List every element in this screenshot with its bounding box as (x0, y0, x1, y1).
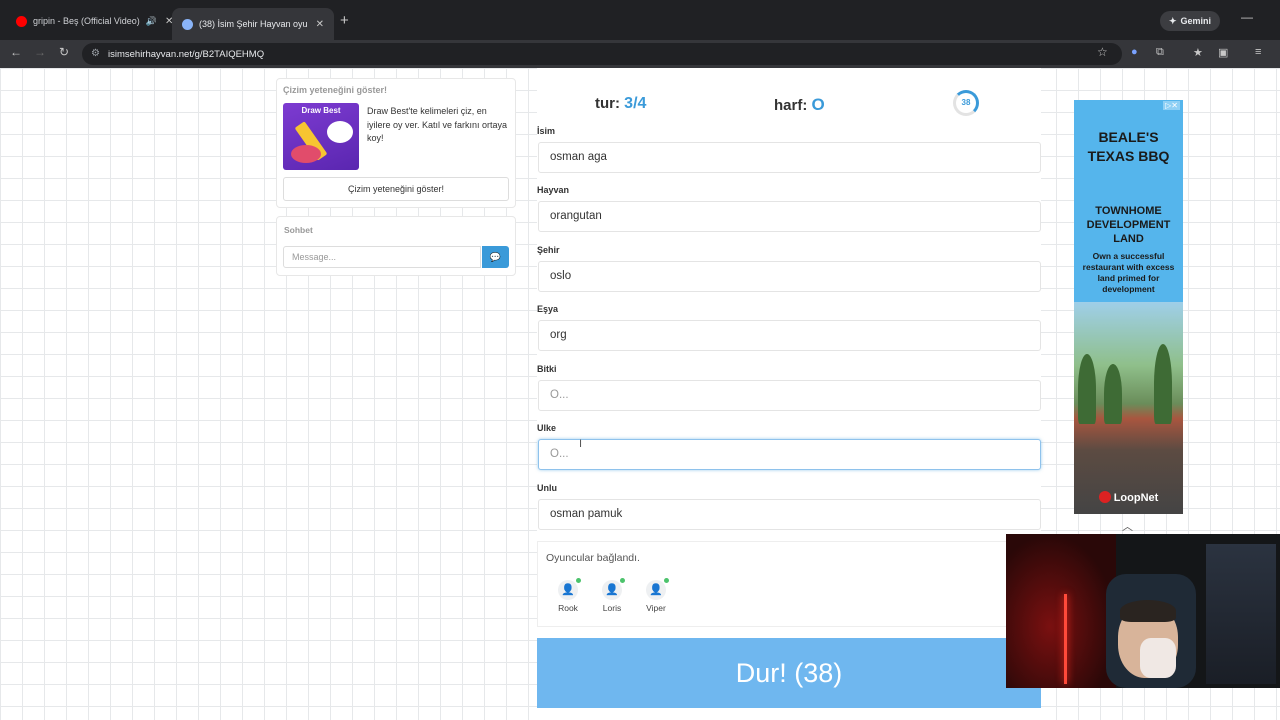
webcam-red-glow (1006, 534, 1116, 688)
letter-label: harf: (774, 97, 808, 114)
text-cursor-icon: I (579, 438, 583, 450)
players-header: Oyuncular bağlandı. (546, 552, 640, 564)
promo-description: Draw Best'te kelimeleri çiz, en iyilere … (367, 106, 508, 143)
close-icon[interactable]: ✕ (316, 19, 324, 30)
esya-input[interactable]: org (538, 320, 1041, 351)
reload-icon[interactable]: ↻ (59, 45, 69, 59)
address-bar: ← → ↻ ⚙ isimsehirhayvan.net/g/B2TAIQEHMQ… (0, 40, 1280, 68)
youtube-icon (16, 15, 27, 27)
ad-brand: LoopNet (1113, 492, 1159, 504)
webcam-hair (1120, 600, 1176, 622)
online-dot (664, 578, 669, 583)
chat-panel: Sohbet Message... 💬 (276, 216, 516, 276)
player-item[interactable]: 👤 Rook (550, 578, 586, 613)
isim-input[interactable]: osman aga (538, 142, 1041, 173)
loopnet-logo: LoopNet (1074, 491, 1183, 504)
back-icon[interactable]: ← (10, 45, 22, 59)
thumb-title: Draw Best (301, 106, 341, 115)
webcam-light-strip (1064, 594, 1067, 684)
promo-header: Çizim yeteneğini göster! (283, 85, 388, 95)
letter-value: O (811, 95, 825, 114)
speech-bubble-icon (327, 121, 353, 143)
online-dot (576, 578, 581, 583)
ad-photo (1074, 302, 1183, 514)
menu-icon[interactable]: ≡ (1255, 46, 1269, 60)
draw-best-thumbnail[interactable]: Draw Best (283, 103, 359, 170)
countdown-timer: 38 (953, 90, 979, 116)
webcam-window (1206, 544, 1276, 684)
show-drawing-skill-button[interactable]: Çizim yeteneğini göster! (283, 177, 509, 201)
field-label-ulke: Ulke (537, 423, 557, 433)
round-value: 3/4 (624, 95, 647, 112)
speaker-icon[interactable]: 🔊 (146, 16, 157, 27)
user-icon: 👤 (646, 578, 669, 600)
page-content: Çizim yeteneğini göster! Draw Best Draw … (0, 68, 1280, 720)
advertisement[interactable]: ▷✕ BEALE'S TEXAS BBQ TOWNHOME DEVELOPMEN… (1074, 100, 1183, 514)
loopnet-mark-icon (1098, 491, 1111, 503)
browser-tab-bar: gripin - Beş (Official Video) 🔊 ✕ (38) İ… (0, 0, 1280, 40)
site-favicon-icon (182, 18, 193, 30)
draw-best-promo: Çizim yeteneğini göster! Draw Best Draw … (276, 78, 516, 208)
minimize-icon[interactable]: — (1241, 10, 1253, 24)
ad-subhead: TOWNHOME DEVELOPMENT LAND (1086, 205, 1171, 245)
hayvan-input[interactable]: orangutan (538, 201, 1041, 232)
round-label: tur: (595, 95, 620, 112)
player-name: Rook (558, 603, 578, 613)
url-field[interactable]: ⚙ isimsehirhayvan.net/g/B2TAIQEHMQ (82, 43, 1122, 65)
field-label-esya: Eşya (537, 304, 559, 314)
field-label-bitki: Bitki (537, 364, 557, 374)
bitki-input[interactable]: O... (538, 380, 1041, 411)
unlu-input[interactable]: osman pamuk (538, 499, 1041, 530)
chat-send-button[interactable]: 💬 (482, 246, 509, 268)
letter-indicator: harf: O (774, 95, 825, 115)
tab-title: gripin - Beş (Official Video) (33, 16, 140, 26)
ulke-input[interactable]: O... (538, 439, 1041, 470)
paint-blob-icon (291, 145, 321, 163)
extension-icon[interactable]: ● (1131, 46, 1145, 60)
chevron-up-icon[interactable]: ︿ (1122, 518, 1133, 534)
tab-search-icon[interactable]: ▣ (1218, 46, 1232, 60)
field-label-isim: İsim (537, 126, 556, 136)
chat-header: Sohbet (284, 225, 313, 235)
user-icon: 👤 (602, 578, 625, 600)
url-text: isimsehirhayvan.net/g/B2TAIQEHMQ (108, 48, 265, 60)
sparkle-icon: ✦ (1169, 15, 1177, 26)
tab-title: (38) İsim Şehir Hayvan oyununa (199, 19, 308, 29)
tree-shape (1078, 354, 1096, 424)
player-name: Loris (602, 603, 622, 613)
puzzle-icon[interactable]: ⧉ (1156, 46, 1170, 60)
chat-message-input[interactable]: Message... (283, 246, 481, 268)
bookmarks-icon[interactable]: ★ (1193, 46, 1207, 60)
new-tab-icon[interactable]: + (340, 12, 349, 29)
ad-body: Own a successful restaurant with excess … (1082, 251, 1175, 294)
stop-button[interactable]: Dur! (38) (537, 638, 1041, 708)
bookmark-star-icon[interactable]: ☆ (1097, 45, 1108, 59)
tab-gripin[interactable]: gripin - Beş (Official Video) 🔊 ✕ (6, 8, 172, 34)
players-panel: Oyuncular bağlandı. 👤 Rook 👤 Loris 👤 Vip… (537, 541, 1041, 627)
field-label-sehir: Şehir (537, 245, 560, 255)
close-icon[interactable]: ✕ (165, 16, 172, 27)
sehir-input[interactable]: oslo (538, 261, 1041, 292)
player-name: Viper (646, 603, 666, 613)
gemini-button[interactable]: ✦ Gemini (1160, 11, 1221, 31)
round-indicator: tur: 3/4 (595, 95, 646, 113)
chat-bubble-icon: 💬 (489, 252, 502, 262)
field-label-unlu: Unlu (537, 483, 557, 493)
user-icon: 👤 (558, 578, 581, 600)
gemini-label: Gemini (1180, 16, 1212, 26)
field-label-hayvan: Hayvan (537, 185, 570, 195)
tab-isimsehirhayvan[interactable]: (38) İsim Şehir Hayvan oyununa ✕ (172, 8, 334, 40)
player-item[interactable]: 👤 Loris (594, 578, 630, 613)
adchoices-icon[interactable]: ▷✕ (1163, 101, 1180, 110)
online-dot (620, 578, 625, 583)
forward-icon[interactable]: → (34, 45, 46, 59)
webcam-tissue (1140, 638, 1176, 678)
player-item[interactable]: 👤 Viper (638, 578, 674, 613)
tree-shape (1154, 344, 1172, 424)
webcam-overlay (1006, 534, 1280, 688)
tree-shape (1104, 364, 1122, 424)
site-info-icon[interactable]: ⚙ (91, 48, 103, 60)
ad-headline: BEALE'S TEXAS BBQ (1087, 129, 1170, 164)
